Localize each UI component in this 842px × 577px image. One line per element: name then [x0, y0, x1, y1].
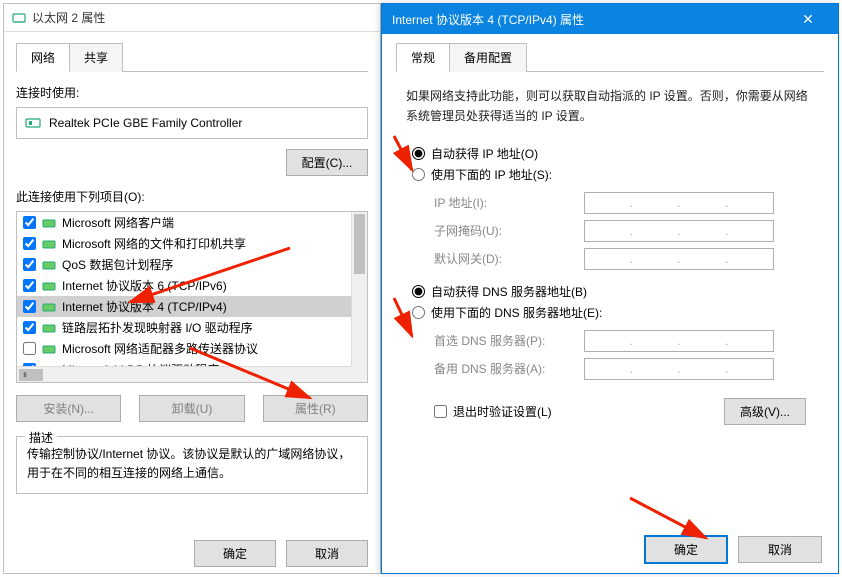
- cancel-button[interactable]: 取消: [286, 540, 368, 567]
- tab-share[interactable]: 共享: [69, 43, 123, 72]
- items-label: 此连接使用下列项目(O):: [16, 188, 368, 205]
- protocol-icon: [42, 342, 56, 356]
- list-item[interactable]: Internet 协议版本 6 (TCP/IPv6): [17, 275, 351, 296]
- description-text: 传输控制协议/Internet 协议。该协议是默认的广域网络协议，用于在不同的相…: [27, 445, 357, 483]
- cancel-button[interactable]: 取消: [738, 536, 822, 563]
- protocol-icon: [42, 279, 56, 293]
- titlebar[interactable]: Internet 协议版本 4 (TCP/IPv4) 属性 ✕: [382, 4, 838, 34]
- radio-dns-auto-input[interactable]: [412, 285, 425, 298]
- close-icon[interactable]: ✕: [788, 11, 828, 28]
- adapter-box: Realtek PCIe GBE Family Controller: [16, 107, 368, 139]
- protocol-label: QoS 数据包计划程序: [62, 256, 173, 273]
- install-button[interactable]: 安装(N)...: [16, 395, 121, 422]
- validate-label: 退出时验证设置(L): [453, 403, 552, 420]
- tabstrip: 网络 共享: [16, 42, 368, 72]
- radio-dns-auto[interactable]: 自动获得 DNS 服务器地址(B): [412, 283, 824, 300]
- adapter-icon: [25, 115, 41, 131]
- protocol-label: Internet 协议版本 4 (TCP/IPv4): [62, 298, 227, 315]
- tab-general[interactable]: 常规: [396, 43, 450, 72]
- configure-button[interactable]: 配置(C)...: [286, 149, 368, 176]
- validate-checkbox[interactable]: [434, 405, 447, 418]
- list-item[interactable]: QoS 数据包计划程序: [17, 254, 351, 275]
- radio-ip-manual[interactable]: 使用下面的 IP 地址(S):: [412, 166, 824, 183]
- uninstall-button[interactable]: 卸载(U): [139, 395, 244, 422]
- list-item[interactable]: Microsoft 网络适配器多路传送器协议: [17, 338, 351, 359]
- connect-using-label: 连接时使用:: [16, 84, 368, 101]
- radio-dns-auto-label: 自动获得 DNS 服务器地址(B): [431, 283, 587, 300]
- ip-address-field: ...: [584, 192, 774, 214]
- subnet-field: ...: [584, 220, 774, 242]
- radio-ip-manual-label: 使用下面的 IP 地址(S):: [431, 166, 552, 183]
- protocol-icon: [42, 258, 56, 272]
- nic-icon: [12, 11, 26, 25]
- radio-dns-manual-label: 使用下面的 DNS 服务器地址(E):: [431, 304, 602, 321]
- protocol-checkbox[interactable]: [23, 258, 36, 271]
- subnet-label: 子网掩码(U):: [434, 222, 584, 239]
- tab-alternate[interactable]: 备用配置: [449, 43, 527, 72]
- tabstrip: 常规 备用配置: [396, 42, 824, 72]
- protocol-label: Internet 协议版本 6 (TCP/IPv6): [62, 277, 227, 294]
- ip-address-label: IP 地址(I):: [434, 194, 584, 211]
- protocol-label: 链路层拓扑发现映射器 I/O 驱动程序: [62, 319, 253, 336]
- radio-ip-auto[interactable]: 自动获得 IP 地址(O): [412, 145, 824, 162]
- window-title: 以太网 2 属性: [32, 9, 105, 26]
- gateway-label: 默认网关(D):: [434, 250, 584, 267]
- titlebar[interactable]: 以太网 2 属性: [4, 4, 380, 32]
- protocol-icon: [42, 237, 56, 251]
- protocol-label: Microsoft 网络适配器多路传送器协议: [62, 340, 258, 357]
- protocol-icon: [42, 300, 56, 314]
- radio-dns-manual-input[interactable]: [412, 306, 425, 319]
- radio-ip-auto-input[interactable]: [412, 147, 425, 160]
- protocol-label: Microsoft 网络的文件和打印机共享: [62, 235, 246, 252]
- list-item[interactable]: 链路层拓扑发现映射器 I/O 驱动程序: [17, 317, 351, 338]
- protocol-icon: [42, 216, 56, 230]
- list-item[interactable]: Internet 协议版本 4 (TCP/IPv4): [17, 296, 351, 317]
- protocol-checkbox[interactable]: [23, 300, 36, 313]
- properties-button[interactable]: 属性(R): [263, 395, 368, 422]
- list-item[interactable]: Microsoft 网络客户端: [17, 212, 351, 233]
- dns-pref-label: 首选 DNS 服务器(P):: [434, 332, 584, 349]
- protocol-checkbox[interactable]: [23, 321, 36, 334]
- protocol-icon: [42, 321, 56, 335]
- dns-alt-label: 备用 DNS 服务器(A):: [434, 360, 584, 377]
- gateway-field: ...: [584, 248, 774, 270]
- ok-button[interactable]: 确定: [194, 540, 276, 567]
- connection-items-list: Microsoft 网络客户端 Microsoft 网络的文件和打印机共享 QoS …: [16, 211, 368, 383]
- list-item[interactable]: Microsoft 网络的文件和打印机共享: [17, 233, 351, 254]
- protocol-checkbox[interactable]: [23, 279, 36, 292]
- protocol-checkbox[interactable]: [23, 216, 36, 229]
- ethernet-properties-dialog: 以太网 2 属性 网络 共享 连接时使用: Realtek PCIe GBE F…: [3, 3, 381, 574]
- adapter-name: Realtek PCIe GBE Family Controller: [49, 116, 242, 130]
- radio-ip-auto-label: 自动获得 IP 地址(O): [431, 145, 538, 162]
- protocol-label: Microsoft 网络客户端: [62, 214, 174, 231]
- advanced-button[interactable]: 高级(V)...: [724, 398, 806, 425]
- description-group: 描述 传输控制协议/Internet 协议。该协议是默认的广域网络协议，用于在不…: [16, 436, 368, 494]
- ok-button[interactable]: 确定: [644, 535, 728, 564]
- protocol-checkbox[interactable]: [23, 237, 36, 250]
- list-item[interactable]: Microsoft LLDP 协议驱动程序: [17, 359, 351, 366]
- tab-network[interactable]: 网络: [16, 43, 70, 72]
- radio-dns-manual[interactable]: 使用下面的 DNS 服务器地址(E):: [412, 304, 824, 321]
- protocol-checkbox[interactable]: [23, 342, 36, 355]
- ipv4-properties-dialog: Internet 协议版本 4 (TCP/IPv4) 属性 ✕ 常规 备用配置 …: [381, 3, 839, 574]
- horizontal-scrollbar[interactable]: ‹›: [17, 366, 351, 382]
- info-text: 如果网络支持此功能，则可以获取自动指派的 IP 设置。否则，你需要从网络系统管理…: [406, 86, 814, 127]
- dns-pref-field: ...: [584, 330, 774, 352]
- vertical-scrollbar[interactable]: [351, 212, 367, 366]
- description-legend: 描述: [25, 429, 57, 446]
- dns-alt-field: ...: [584, 358, 774, 380]
- radio-ip-manual-input[interactable]: [412, 168, 425, 181]
- window-title: Internet 协议版本 4 (TCP/IPv4) 属性: [392, 11, 584, 28]
